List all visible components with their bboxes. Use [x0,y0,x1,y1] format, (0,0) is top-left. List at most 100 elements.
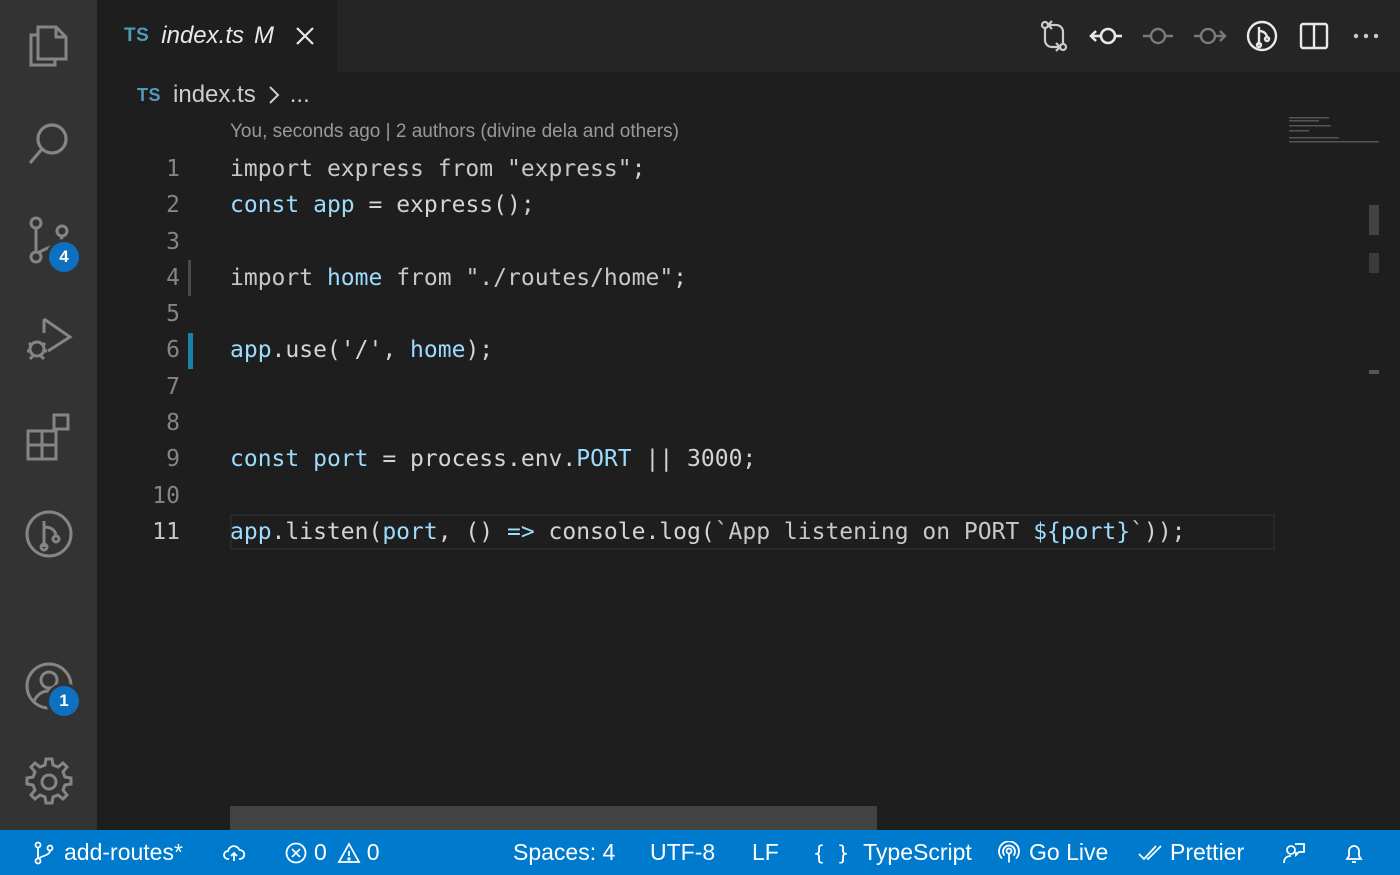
line-number: 6 [166,337,180,364]
previous-revision-button[interactable] [1080,10,1132,62]
code-line-6: app.use('/', home); [230,337,494,364]
ellipsis-icon [1353,33,1379,39]
line-number: 7 [166,373,180,400]
gitlens-inspect-button[interactable] [1236,10,1288,62]
line-number: 8 [166,410,180,437]
line-number: 3 [166,228,180,255]
prettier-status[interactable]: Prettier [1138,830,1244,875]
go-live-label: Go Live [1029,839,1109,865]
revision-button[interactable] [1132,10,1184,62]
extensions-icon [26,413,69,461]
run-debug-icon [26,317,73,361]
warning-icon [337,841,361,863]
code-line-4: import home from "./routes/home"; [230,264,688,291]
modified-indicator: M [254,22,274,49]
scrollbar-overview-marker [1369,253,1379,273]
code-editor[interactable]: You, seconds ago | 2 authors (divine del… [97,115,1400,830]
codelens-authors[interactable]: You, seconds ago | 2 authors (divine del… [230,121,679,143]
feedback-button[interactable] [1282,830,1306,875]
warning-count: 0 [366,839,380,865]
vertical-scrollbar-thumb[interactable] [1369,205,1379,235]
chevron-right-icon [268,85,280,105]
breadcrumb-file[interactable]: index.ts [173,81,256,109]
braces-icon: { } [813,840,850,865]
compare-changes-icon [1040,20,1068,52]
gitlens-icon [25,510,72,558]
feedback-icon [1283,842,1305,863]
double-check-icon [1138,844,1162,860]
eol-status[interactable]: LF [752,830,779,875]
bell-icon [1345,844,1363,863]
activity-bar: 4 1 [0,0,97,830]
gitlens-icon [1246,20,1278,52]
search-icon [28,123,68,165]
problems-status[interactable]: 0 0 [284,830,380,875]
scrollbar-cursor-marker [1369,370,1379,374]
branch-name: add-routes* [64,839,183,865]
code-line-9: const port = process.env.PORT || 3000; [230,446,757,473]
commit-icon [1143,27,1173,45]
error-icon [285,842,307,863]
commit-back-icon [1089,27,1122,45]
encoding-status[interactable]: UTF-8 [650,830,715,875]
tab-index-ts[interactable]: TS index.ts M [97,0,337,72]
code-line-11: app.listen(port, () => console.log(`App … [230,514,1275,550]
explorer-button[interactable] [0,6,97,86]
git-branch-icon [34,841,54,864]
search-button[interactable] [0,104,97,184]
branch-status[interactable]: add-routes* [32,830,183,875]
gutter-added-marker[interactable] [188,333,193,369]
files-icon [29,25,67,67]
notifications-button[interactable] [1342,830,1366,875]
go-live-button[interactable]: Go Live [997,830,1108,875]
minimap[interactable] [1285,115,1385,155]
line-number: 9 [166,446,180,473]
breadcrumb: TS index.ts ... [137,78,310,112]
line-numbers: 1 2 3 4 5 6 7 8 9 10 11 [97,151,180,550]
code-line-1: import express from "express"; [230,156,646,182]
breadcrumb-symbols[interactable]: ... [290,81,310,109]
tab-label: index.ts [161,22,244,49]
horizontal-scrollbar-thumb[interactable] [230,806,877,830]
source-control-button[interactable]: 4 [0,200,97,280]
line-number: 2 [166,192,180,219]
more-actions-button[interactable] [1340,10,1392,62]
commit-forward-icon [1194,27,1227,45]
language-name: TypeScript [863,839,972,865]
sync-button[interactable] [222,830,246,875]
line-number: 11 [152,518,180,545]
gitlens-button[interactable] [0,494,97,574]
code-lines: import express from "express"; const app… [230,151,1275,550]
indentation-status[interactable]: Spaces: 4 [513,830,615,875]
close-icon [296,27,314,45]
run-debug-button[interactable] [0,298,97,378]
manage-button[interactable] [0,742,97,822]
scm-badge: 4 [49,242,79,272]
prettier-label: Prettier [1170,839,1245,865]
line-number: 10 [152,482,180,509]
typescript-file-icon: TS [124,25,150,46]
gear-icon [25,757,72,805]
tab-bar: TS index.ts M [97,0,1400,72]
split-editor-button[interactable] [1288,10,1340,62]
split-editor-icon [1299,22,1329,50]
extensions-button[interactable] [0,396,97,476]
open-changes-button[interactable] [1028,10,1080,62]
code-line-2: const app = express(); [230,192,535,219]
line-number: 1 [166,156,180,182]
close-tab-button[interactable] [292,23,318,49]
line-number: 4 [166,264,180,291]
cloud-upload-icon [223,844,246,861]
broadcast-icon [998,840,1020,862]
accounts-button[interactable]: 1 [0,646,97,726]
next-revision-button[interactable] [1184,10,1236,62]
line-number: 5 [166,301,180,328]
gutter-modified-marker[interactable] [188,260,191,296]
status-bar: add-routes* 0 0 Spaces: 4 UTF-8 LF { } T… [0,830,1400,875]
typescript-file-icon: TS [137,84,162,105]
language-mode-status[interactable]: { } TypeScript [813,830,972,875]
